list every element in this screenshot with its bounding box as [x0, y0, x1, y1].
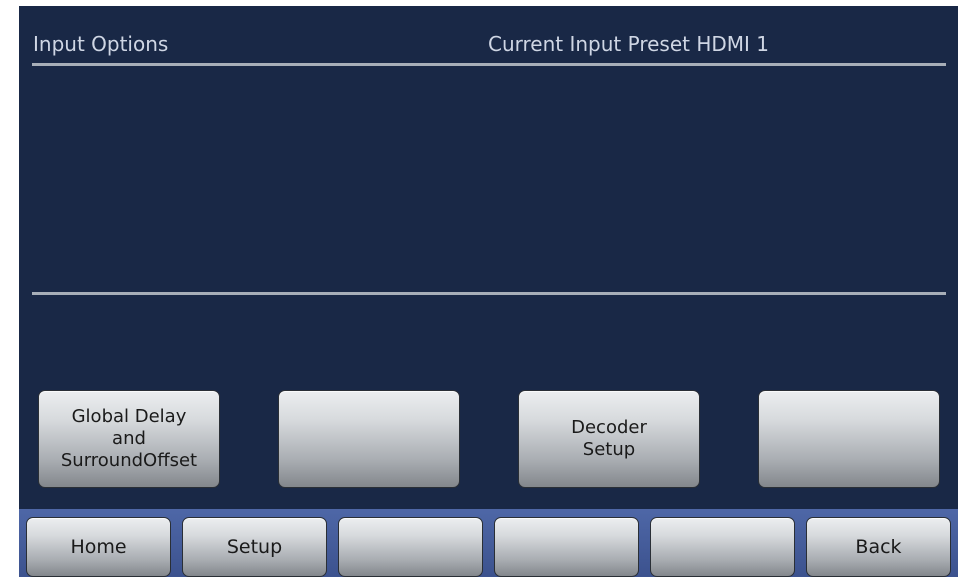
page-title: Input Options [33, 32, 169, 56]
global-delay-surround-offset-label: Global Delay and SurroundOffset [60, 406, 198, 471]
setup-button[interactable]: Setup [182, 517, 327, 577]
current-input-preset-label: Current Input Preset HDMI 1 [488, 32, 770, 56]
back-button-label: Back [855, 536, 902, 558]
decoder-setup-label: Decoder Setup [571, 417, 647, 460]
home-button[interactable]: Home [26, 517, 171, 577]
function-button-4-blank[interactable] [758, 390, 940, 488]
content-divider [32, 292, 946, 295]
nav-button-4-blank[interactable] [494, 517, 639, 577]
setup-button-label: Setup [226, 536, 283, 558]
nav-button-3-blank[interactable] [338, 517, 483, 577]
header-divider [32, 63, 946, 66]
function-button-2-blank[interactable] [278, 390, 460, 488]
nav-button-5-blank[interactable] [650, 517, 795, 577]
decoder-setup-button[interactable]: Decoder Setup [518, 390, 700, 488]
back-button[interactable]: Back [806, 517, 951, 577]
home-button-label: Home [70, 536, 127, 558]
global-delay-surround-offset-button[interactable]: Global Delay and SurroundOffset [38, 390, 220, 488]
